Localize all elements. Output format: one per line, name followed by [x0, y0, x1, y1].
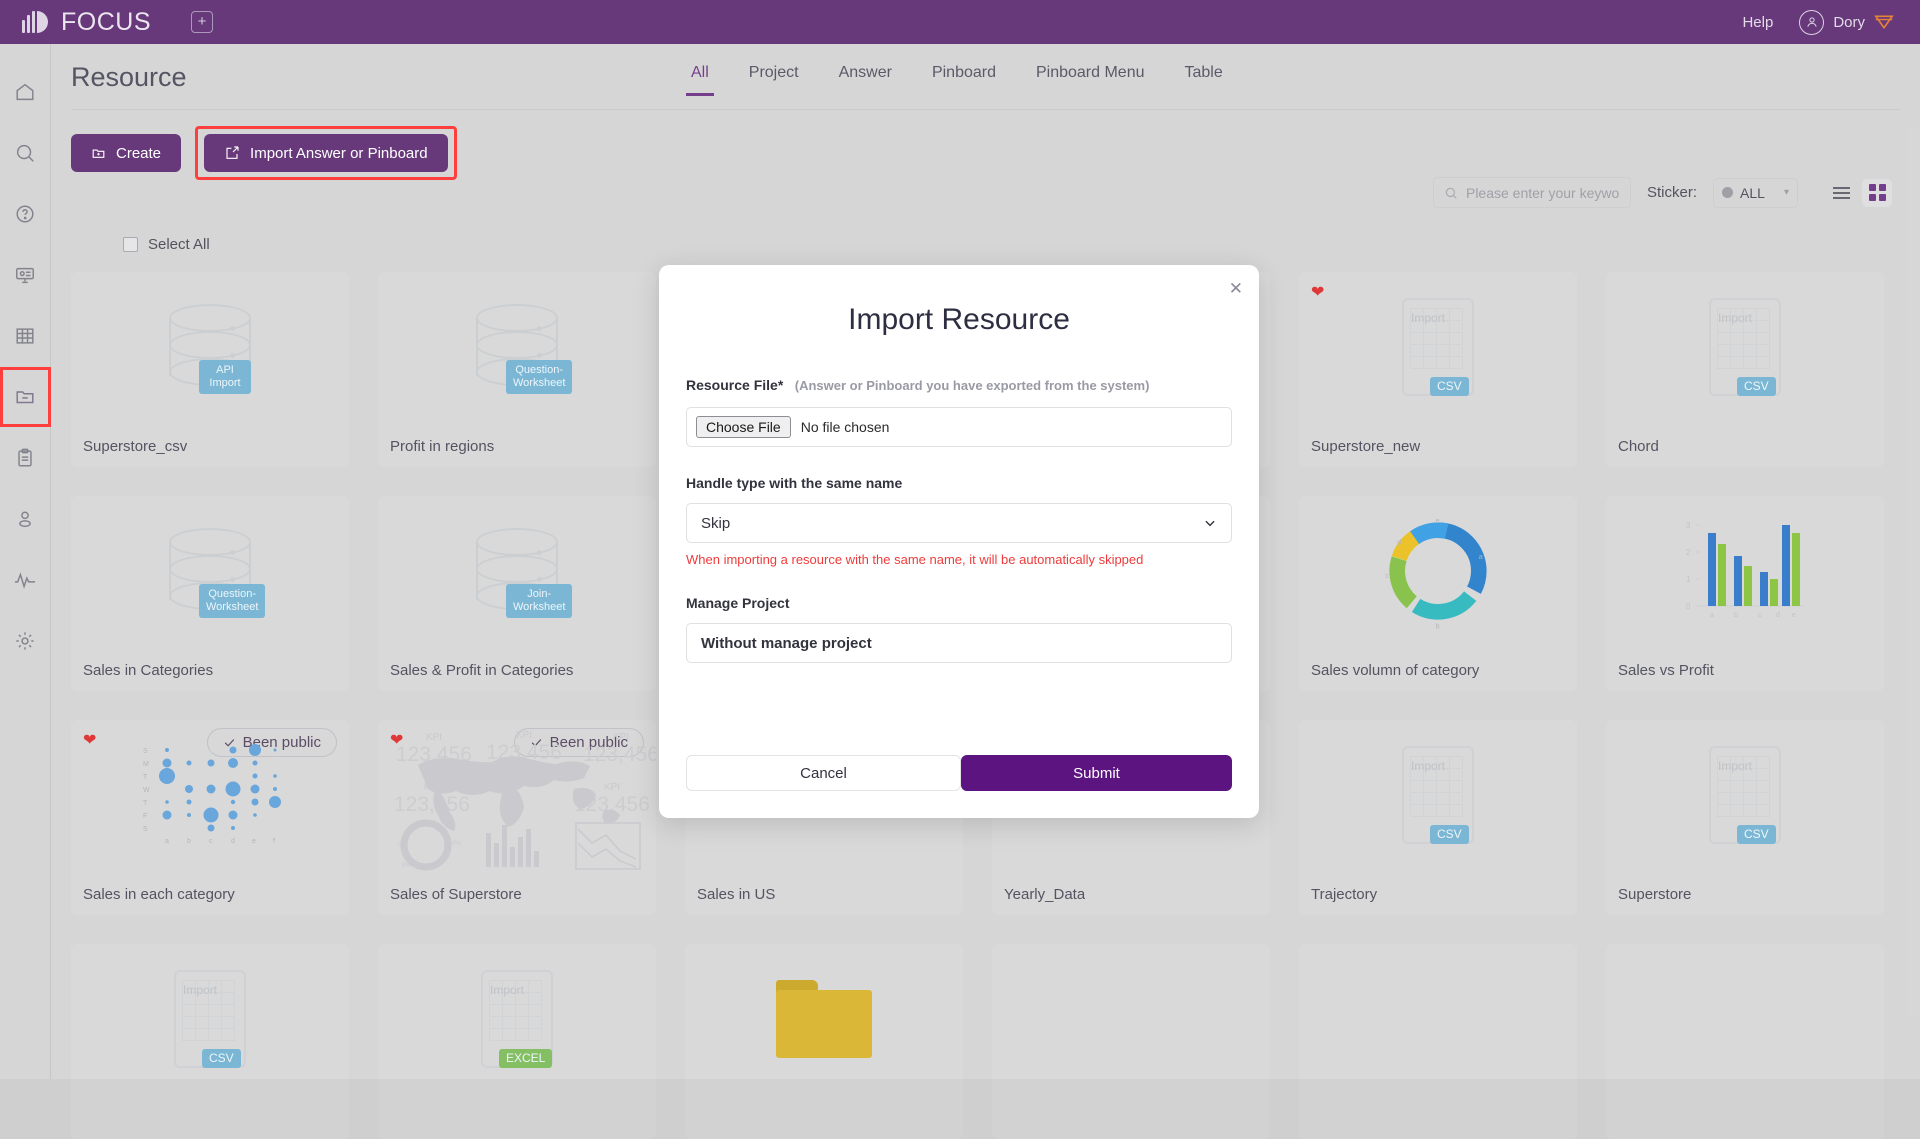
close-icon[interactable]: ✕: [1229, 279, 1243, 299]
handle-type-block: Handle type with the same name Skip When…: [686, 475, 1232, 567]
handle-type-value: Skip: [701, 515, 730, 532]
manage-project-block: Manage Project Without manage project: [686, 595, 1232, 663]
handle-type-label: Handle type with the same name: [686, 475, 1232, 491]
resource-file-hint: (Answer or Pinboard you have exported fr…: [795, 378, 1150, 393]
cancel-button[interactable]: Cancel: [686, 755, 961, 791]
modal-footer: Cancel Submit: [686, 755, 1232, 791]
import-resource-modal: ✕ Import Resource Resource File* (Answer…: [659, 265, 1259, 818]
required-mark: *: [778, 377, 783, 393]
manage-project-value: Without manage project: [701, 635, 872, 652]
manage-project-label: Manage Project: [686, 595, 1232, 611]
resource-file-input[interactable]: Choose File No file chosen: [686, 407, 1232, 447]
chevron-down-icon: [1203, 516, 1217, 530]
choose-file-button[interactable]: Choose File: [696, 416, 791, 438]
resource-file-label-row: Resource File* (Answer or Pinboard you h…: [686, 377, 1232, 395]
modal-title: Import Resource: [659, 265, 1259, 337]
resource-file-label: Resource File: [686, 377, 778, 393]
handle-type-warning: When importing a resource with the same …: [686, 552, 1232, 567]
manage-project-value-row[interactable]: Without manage project: [686, 623, 1232, 663]
handle-type-select[interactable]: Skip: [686, 503, 1232, 543]
submit-button[interactable]: Submit: [961, 755, 1232, 791]
no-file-chosen-text: No file chosen: [801, 419, 890, 435]
